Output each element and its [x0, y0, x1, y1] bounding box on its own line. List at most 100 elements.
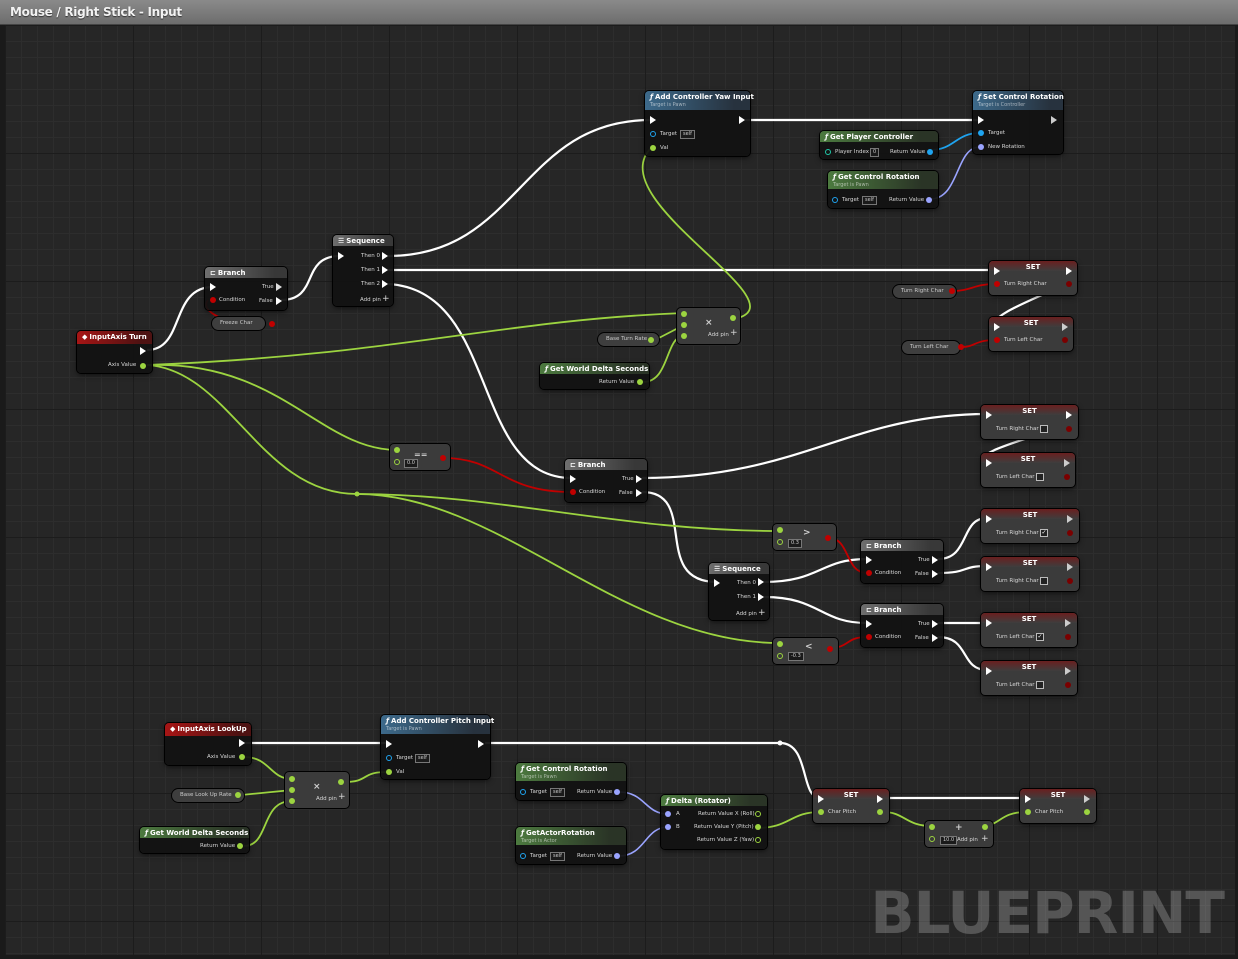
- exec-out-pin[interactable]: [478, 740, 484, 748]
- self-default-box[interactable]: self: [415, 754, 430, 763]
- exec-out-pin[interactable]: [1065, 619, 1071, 627]
- get-actor-rotation-node[interactable]: ƒ GetActorRotation Target is Actor Target …: [516, 827, 626, 864]
- add-pin-icon[interactable]: +: [981, 834, 989, 844]
- return-value-pin[interactable]: [614, 789, 620, 795]
- equal-in-a-pin[interactable]: [394, 447, 400, 453]
- multiply-out-pin[interactable]: [338, 779, 344, 785]
- multiply-top-node[interactable]: × Add pin +: [677, 308, 740, 344]
- return-value-pin[interactable]: [927, 149, 933, 155]
- greater-in-a-pin[interactable]: [777, 527, 783, 533]
- return-y-pin[interactable]: [755, 824, 761, 830]
- set-turn-left-node[interactable]: SET Turn Left Char: [989, 317, 1073, 351]
- exec-in-pin[interactable]: [650, 116, 656, 124]
- get-world-delta-seconds-bottom-node[interactable]: ƒ Get World Delta Seconds Return Value: [140, 827, 249, 853]
- new-rotation-pin[interactable]: [978, 144, 984, 150]
- char-pitch-pin[interactable]: [1025, 809, 1031, 815]
- exec-in-pin[interactable]: [986, 563, 992, 571]
- turn-left-char-out-pin[interactable]: [1064, 474, 1070, 480]
- exec-false-pin[interactable]: [932, 634, 938, 642]
- turn-right-char-out-pin[interactable]: [1066, 281, 1072, 287]
- multiply-in-c-pin[interactable]: [289, 798, 295, 804]
- exec-in-pin[interactable]: [714, 579, 720, 587]
- return-x-pin[interactable]: [755, 811, 761, 817]
- rotator-b-pin[interactable]: [665, 824, 671, 830]
- turn-left-char-var-pin[interactable]: [958, 344, 964, 350]
- target-pin[interactable]: [386, 755, 392, 761]
- set-turn-right-true-node[interactable]: SET Turn Right Char ✓: [981, 509, 1079, 543]
- condition-pin[interactable]: [210, 297, 216, 303]
- turn-left-char-checkbox[interactable]: [1036, 473, 1044, 481]
- add-pin-icon[interactable]: +: [382, 294, 390, 304]
- exec-out-pin[interactable]: [1066, 267, 1072, 275]
- then-2-pin[interactable]: [382, 280, 388, 288]
- branch-less-node[interactable]: ⊏ Branch True Condition False: [861, 604, 943, 647]
- exec-in-pin[interactable]: [1025, 795, 1031, 803]
- exec-out-pin[interactable]: [739, 116, 745, 124]
- exec-true-pin[interactable]: [932, 620, 938, 628]
- condition-pin[interactable]: [866, 570, 872, 576]
- exec-out-pin[interactable]: [239, 739, 245, 747]
- multiply-in-b-pin[interactable]: [289, 787, 295, 793]
- return-value-pin[interactable]: [614, 853, 620, 859]
- turn-right-char-out-pin[interactable]: [1067, 578, 1073, 584]
- exec-false-pin[interactable]: [932, 570, 938, 578]
- exec-true-pin[interactable]: [636, 475, 642, 483]
- exec-out-pin[interactable]: [140, 347, 146, 355]
- exec-out-pin[interactable]: [1064, 459, 1070, 467]
- add-yaw-input-node[interactable]: ƒ Add Controller Yaw Input Target is Pawn …: [645, 91, 754, 156]
- freeze-char-getter[interactable]: Freeze Char: [212, 317, 265, 330]
- set-turn-right-zero-node[interactable]: SET Turn Right Char: [981, 405, 1078, 439]
- get-world-delta-seconds-top-node[interactable]: ƒ Get World Delta Seconds Return Value: [540, 363, 649, 389]
- greater-in-b-pin[interactable]: [777, 539, 783, 545]
- add-value-box[interactable]: 10.0: [940, 836, 958, 845]
- set-turn-right-false-node[interactable]: SET Turn Right Char: [981, 557, 1079, 591]
- branch-freeze-node[interactable]: ⊏ Branch True Condition False: [205, 267, 287, 310]
- target-pin[interactable]: [520, 853, 526, 859]
- sequence-top-node[interactable]: ☰ Sequence Then 0 Then 1 Then 2 Add pin +: [333, 235, 393, 306]
- axis-value-pin[interactable]: [239, 754, 245, 760]
- exec-out-pin[interactable]: [1067, 515, 1073, 523]
- exec-in-pin[interactable]: [570, 475, 576, 483]
- turn-right-char-out-pin[interactable]: [1066, 426, 1072, 432]
- axis-value-pin[interactable]: [140, 363, 146, 369]
- exec-out-pin[interactable]: [1067, 563, 1073, 571]
- turn-right-char-checkbox[interactable]: [1040, 425, 1048, 433]
- exec-true-pin[interactable]: [932, 556, 938, 564]
- turn-right-char-checkbox[interactable]: [1040, 577, 1048, 585]
- exec-out-pin[interactable]: [1065, 667, 1071, 675]
- exec-in-pin[interactable]: [994, 323, 1000, 331]
- less-compare-node[interactable]: -0.3 <: [773, 638, 838, 664]
- exec-in-pin[interactable]: [994, 267, 1000, 275]
- branch-greater-node[interactable]: ⊏ Branch True Condition False: [861, 540, 943, 583]
- base-look-up-rate-getter[interactable]: Base Look Up Rate: [172, 789, 244, 802]
- add-pin-icon[interactable]: +: [758, 608, 766, 618]
- turn-left-char-pin[interactable]: [994, 337, 1000, 343]
- set-turn-left-true-node[interactable]: SET Turn Left Char ✓: [981, 613, 1077, 647]
- add-pitch-input-node[interactable]: ƒ Add Controller Pitch Input Target is Paw…: [381, 715, 494, 779]
- exec-out-pin[interactable]: [1051, 116, 1057, 124]
- return-value-pin[interactable]: [237, 843, 243, 849]
- exec-in-pin[interactable]: [210, 283, 216, 291]
- exec-in-pin[interactable]: [986, 667, 992, 675]
- add-pin-label[interactable]: Add pin: [736, 611, 757, 617]
- multiply-in-b-pin[interactable]: [681, 322, 687, 328]
- input-axis-lookup-node[interactable]: ◆ InputAxis LookUp Axis Value: [165, 723, 251, 765]
- turn-right-char-var-pin[interactable]: [949, 288, 955, 294]
- greater-value-box[interactable]: 0.3: [788, 539, 802, 548]
- exec-in-pin[interactable]: [978, 116, 984, 124]
- turn-left-char-getter[interactable]: Turn Left Char: [902, 341, 961, 354]
- then-0-pin[interactable]: [758, 578, 764, 586]
- condition-pin[interactable]: [866, 634, 872, 640]
- get-player-controller-node[interactable]: ƒ Get Player Controller Player Index 0 Re…: [820, 131, 938, 159]
- set-turn-right-node[interactable]: SET Turn Right Char: [989, 261, 1077, 295]
- exec-out-pin[interactable]: [877, 795, 883, 803]
- add-pin-label[interactable]: Add pin: [957, 837, 978, 843]
- greater-out-pin[interactable]: [825, 535, 831, 541]
- val-pin[interactable]: [386, 769, 392, 775]
- exec-in-pin[interactable]: [986, 411, 992, 419]
- char-pitch-out-pin[interactable]: [877, 809, 883, 815]
- equal-value-box[interactable]: 0.0: [404, 459, 418, 468]
- turn-right-char-getter[interactable]: Turn Right Char: [893, 285, 956, 298]
- less-out-pin[interactable]: [827, 646, 833, 652]
- exec-out-pin[interactable]: [1066, 411, 1072, 419]
